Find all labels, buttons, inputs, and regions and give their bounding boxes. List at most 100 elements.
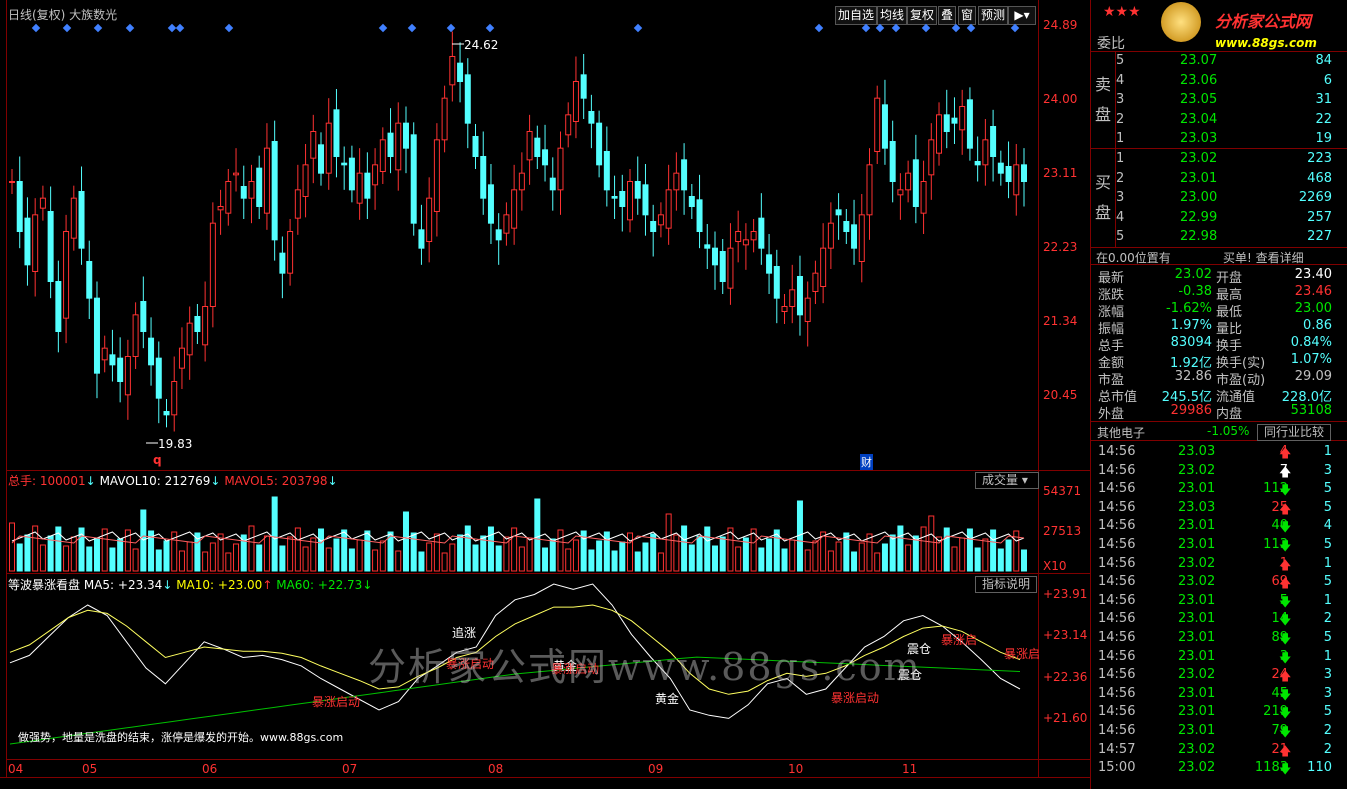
candle-body [395,122,402,171]
volume-bar [256,544,263,572]
indicator-axis-label: +21.60 [1043,711,1088,725]
candlestick-chart[interactable] [0,0,1038,470]
volume-bar [379,540,386,572]
volume-bar [881,543,888,572]
tick-row[interactable]: 14:56 23.01 3 🡇 1 [1096,649,1336,667]
tick-row[interactable]: 14:57 23.02 21 🡅 2 [1096,742,1336,760]
tick-row[interactable]: 14:56 23.03 4 🡅 1 [1096,444,1336,462]
x-axis-label: 07 [342,762,358,776]
candle-body [905,172,912,191]
tick-row[interactable]: 14:56 23.01 5 🡇 1 [1096,593,1336,611]
price: 22.98 [1180,229,1218,245]
chart-area[interactable]: 日线(复权) 大族数光 加自选 均线 复权 叠 窗 预测 ▶▾ 24.89 24… [0,0,1090,789]
candle-body [418,229,425,249]
volume-bar [758,547,765,572]
candle-body [634,181,641,199]
volume-chart[interactable] [0,471,1038,573]
candle-body [287,231,294,274]
buy-order-row[interactable]: 2 23.01 468 [1096,169,1334,189]
candle-body [936,114,943,154]
volume-bar [426,542,433,572]
sell-order-row[interactable]: 5 23.07 84 [1096,51,1334,71]
price: 23.02 [1180,151,1218,166]
industry-compare-button[interactable]: 同行业比较 [1257,424,1332,441]
indicator-axis-label: +22.36 [1043,670,1088,684]
candle-body [534,137,541,158]
tick-count: 5 [1323,481,1332,497]
price: 23.03 [1180,131,1218,147]
volume-bar [611,550,618,572]
tick-row[interactable]: 14:56 23.01 89 🡇 5 [1096,630,1336,648]
tick-row[interactable]: 14:56 23.02 1 🡅 1 [1096,556,1336,574]
tick-count: 1 [1323,555,1332,571]
sell-order-row[interactable]: 4 23.06 6 [1096,71,1334,91]
volume-bar [271,496,278,572]
sector-name: 其他电子 [1097,426,1146,440]
volume-bar [657,552,664,572]
volume-bar [943,527,950,572]
candle-body [325,122,332,174]
volume-bar [16,543,23,572]
quote-value: 83094 [1170,335,1212,350]
candle-body [310,131,317,159]
volume-bar [186,541,193,572]
candle-body [495,229,502,241]
candle-body [256,167,263,208]
buy-order-row[interactable]: 3 23.00 2269 [1096,188,1334,208]
tick-row[interactable]: 14:56 23.02 7 🡅 3 [1096,463,1336,481]
tick-row[interactable]: 14:56 23.01 219 🡇 5 [1096,704,1336,722]
signal-diamond [31,23,41,33]
volume-bar [178,550,185,572]
sell-order-row[interactable]: 1 23.03 19 [1096,129,1334,149]
tick-row[interactable]: 15:00 23.02 1183 🡇 110 [1096,760,1336,778]
candle-body [974,161,981,166]
x-axis-label: 09 [648,762,664,776]
tick-row[interactable]: 14:56 23.01 40 🡇 4 [1096,518,1336,536]
volume-bar [711,545,718,572]
volume-bar [356,539,363,572]
candle-body [140,301,147,332]
volume-bar [905,544,912,572]
candle-body [148,337,155,366]
tick-row[interactable]: 14:56 23.02 24 🡅 3 [1096,667,1336,685]
candle-body [881,104,888,149]
quote-value: 53108 [1290,403,1332,418]
volume: 227 [1307,229,1332,245]
tick-time: 14:56 [1098,667,1136,683]
order-book-footer-right[interactable]: 买单! 查看详细 [1223,249,1304,266]
order-book-footer-left: 在0.00位置有 [1096,251,1171,265]
signal-diamond [175,23,185,33]
candle-body [781,306,788,312]
buy-order-row[interactable]: 1 23.02 223 [1096,149,1334,169]
tick-row[interactable]: 14:56 23.02 69 🡅 5 [1096,574,1336,592]
level: 1 [1116,151,1125,166]
tick-row[interactable]: 14:56 23.03 25 🡅 5 [1096,500,1336,518]
quote-value: 23.02 [1174,267,1212,282]
volume-bar [974,547,981,572]
buy-order-row[interactable]: 5 22.98 227 [1096,227,1334,247]
sell-order-row[interactable]: 3 23.05 31 [1096,90,1334,110]
tick-row[interactable]: 14:56 23.01 112 🡇 5 [1096,481,1336,499]
candle-body [302,164,309,197]
volume-bar [912,535,919,572]
volume-bar [1021,549,1027,572]
tick-row[interactable]: 14:56 23.01 45 🡇 3 [1096,686,1336,704]
volume-bar [225,552,232,572]
candle-body [920,181,927,214]
volume-bar [966,528,973,572]
candle-body [750,231,757,241]
tick-count: 2 [1323,741,1332,757]
quote-label: 内盘 [1216,407,1243,422]
candle-body [572,81,579,122]
tick-row[interactable]: 14:56 23.01 14 🡇 2 [1096,611,1336,629]
tick-row[interactable]: 14:56 23.01 113 🡇 5 [1096,537,1336,555]
volume-bar [9,522,15,572]
candle-body [851,224,858,249]
tick-row[interactable]: 14:56 23.01 79 🡇 2 [1096,723,1336,741]
candle-body [549,177,556,191]
buy-order-row[interactable]: 4 22.99 257 [1096,208,1334,228]
tick-price: 23.03 [1178,444,1216,459]
volume: 22 [1315,111,1332,127]
signal-diamond [951,23,961,33]
sell-order-row[interactable]: 2 23.04 22 [1096,110,1334,130]
